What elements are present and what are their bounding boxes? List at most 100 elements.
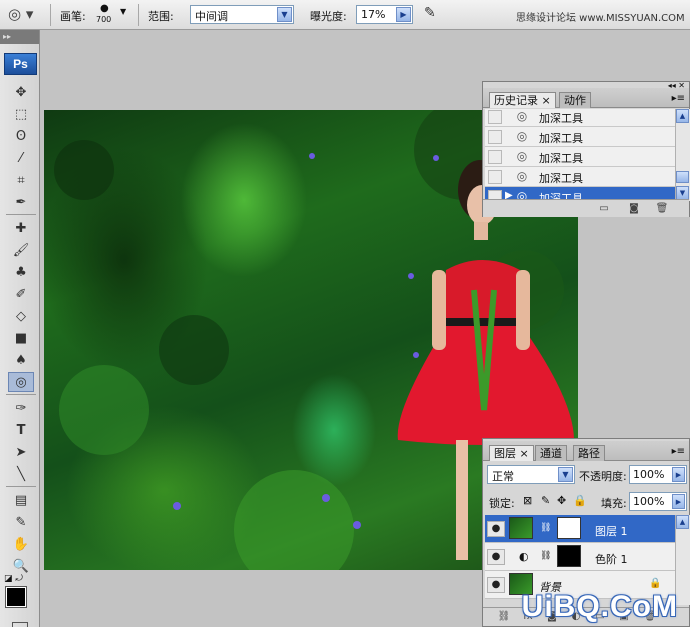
- lock-pixels-icon[interactable]: ✎: [541, 494, 550, 507]
- history-scrollbar[interactable]: ▲ ▼: [675, 109, 690, 201]
- gradient-icon[interactable]: ■: [8, 328, 34, 348]
- healing-brush-icon[interactable]: ✚: [8, 218, 34, 238]
- layers-tabs: 图层 × 通道 路径 ▸≡: [483, 441, 689, 461]
- foreground-color-swatch[interactable]: [5, 586, 27, 608]
- history-item-label: 加深工具: [539, 172, 583, 185]
- notes-icon[interactable]: ▤: [8, 490, 34, 510]
- history-item-label: 加深工具: [539, 152, 583, 165]
- ps-logo[interactable]: Ps: [4, 53, 37, 75]
- new-snapshot-icon[interactable]: ◙: [627, 203, 641, 215]
- layer-row-layer1[interactable]: ● ⛓ 图层 1: [485, 515, 685, 543]
- link-icon: ⛓: [540, 523, 552, 533]
- blend-mode-value: 正常: [492, 470, 514, 483]
- burn-icon[interactable]: ◎: [8, 372, 34, 392]
- layer-mask-thumbnail[interactable]: [557, 545, 581, 567]
- lock-transparent-icon[interactable]: ⊠: [523, 494, 532, 507]
- lock-all-icon[interactable]: 🔒: [573, 494, 587, 507]
- scroll-up-icon[interactable]: ▲: [676, 109, 689, 123]
- path-select-icon[interactable]: ➤: [8, 442, 34, 462]
- layer-name: 图层 1: [595, 525, 628, 538]
- brush-picker[interactable]: ● 700 ▼: [94, 3, 130, 27]
- layer-row-levels1[interactable]: ● ◐ ⛓ 色阶 1: [485, 543, 685, 571]
- history-source-checkbox[interactable]: [488, 150, 502, 164]
- lock-icon: 🔒: [649, 578, 662, 589]
- clone-stamp-icon[interactable]: ♣: [8, 262, 34, 282]
- blend-mode-select[interactable]: 正常 ▼: [487, 465, 575, 484]
- history-item[interactable]: ◎ 加深工具: [485, 127, 675, 147]
- new-document-from-state-icon[interactable]: ▭: [597, 203, 611, 215]
- eye-icon[interactable]: ●: [487, 521, 505, 537]
- fill-value: 100%: [633, 495, 665, 508]
- burn-icon: ◎: [516, 149, 528, 163]
- lasso-icon[interactable]: ʘ: [8, 126, 34, 146]
- scroll-down-icon[interactable]: ▼: [676, 186, 689, 200]
- range-select[interactable]: 中间调 ▼: [190, 5, 294, 24]
- blur-icon[interactable]: ♠: [8, 350, 34, 370]
- move-icon[interactable]: ✥: [8, 82, 34, 102]
- burn-icon: ◎: [516, 109, 528, 123]
- zoom-icon[interactable]: 🔍: [8, 556, 34, 576]
- quick-mask-icon[interactable]: [12, 622, 28, 627]
- history-tabs: 历史记录 × 动作 ▸≡: [483, 88, 689, 108]
- history-source-checkbox[interactable]: [488, 170, 502, 184]
- delete-icon[interactable]: 🗑: [655, 203, 669, 215]
- chevron-right-icon: ▶: [672, 467, 685, 482]
- tab-layers[interactable]: 图层 ×: [489, 445, 534, 461]
- eyedropper-slice-icon[interactable]: ✒: [8, 192, 34, 212]
- link-layers-icon[interactable]: ⛓: [497, 611, 511, 623]
- adjustment-layer-icon: ◐: [519, 550, 529, 563]
- burn-tool-preset-icon[interactable]: ◎ ▾: [8, 5, 38, 25]
- layer-mask-thumbnail[interactable]: [557, 517, 581, 539]
- history-source-checkbox[interactable]: [488, 110, 502, 124]
- brush-icon[interactable]: 🖌: [8, 240, 34, 260]
- history-source-checkbox[interactable]: [488, 130, 502, 144]
- default-colors-icon[interactable]: ◪ ⤾: [4, 574, 23, 584]
- tab-history[interactable]: 历史记录 ×: [489, 92, 556, 108]
- fill-label: 填充:: [601, 497, 627, 510]
- line-icon[interactable]: ╲: [8, 464, 34, 484]
- marquee-icon[interactable]: ⬚: [8, 104, 34, 124]
- brush-dot-icon: ●: [100, 3, 109, 14]
- chevron-down-icon: ▼: [277, 7, 292, 22]
- opacity-label: 不透明度:: [579, 470, 627, 483]
- lock-position-icon[interactable]: ✥: [557, 494, 566, 507]
- chevron-down-icon: ▼: [120, 7, 127, 16]
- history-item[interactable]: ◎ 加深工具: [485, 147, 675, 167]
- opacity-field[interactable]: 100% ▶: [629, 465, 687, 484]
- scroll-up-icon[interactable]: ▲: [676, 515, 689, 529]
- fill-field[interactable]: 100% ▶: [629, 492, 687, 511]
- panel-menu-icon[interactable]: ▸≡: [672, 93, 685, 104]
- magic-wand-icon[interactable]: ⁄: [8, 148, 34, 168]
- options-bar: ◎ ▾ 画笔: ● 700 ▼ 范围: 中间调 ▼ 曝光度: 17% ▶ ✎ 思…: [0, 0, 690, 30]
- brush-label: 画笔:: [60, 10, 86, 23]
- eye-icon[interactable]: ●: [487, 577, 505, 593]
- type-icon[interactable]: T: [8, 420, 34, 440]
- hand-icon[interactable]: ✋: [8, 534, 34, 554]
- tab-paths[interactable]: 路径: [573, 445, 605, 461]
- history-item-label: 加深工具: [539, 112, 583, 125]
- airbrush-icon[interactable]: ✎: [424, 5, 446, 25]
- eye-icon[interactable]: ●: [487, 549, 505, 565]
- exposure-field[interactable]: 17% ▶: [356, 5, 413, 24]
- tab-actions[interactable]: 动作: [559, 92, 591, 108]
- toolbox-grip[interactable]: ▸▸: [0, 30, 39, 44]
- layer-thumbnail: [509, 517, 533, 539]
- eraser-icon[interactable]: ◇: [8, 306, 34, 326]
- tab-channels[interactable]: 通道: [535, 445, 567, 461]
- eyedropper-icon[interactable]: ✎: [8, 512, 34, 532]
- history-item-label: 加深工具: [539, 132, 583, 145]
- exposure-label: 曝光度:: [310, 10, 347, 23]
- panel-menu-icon[interactable]: ▸≡: [672, 446, 685, 457]
- pen-icon[interactable]: ✑: [8, 398, 34, 418]
- layer-name: 色阶 1: [595, 553, 628, 566]
- range-label: 范围:: [148, 10, 174, 23]
- history-brush-icon[interactable]: ✐: [8, 284, 34, 304]
- brush-size: 700: [96, 15, 112, 24]
- lock-label: 锁定:: [489, 497, 515, 510]
- scroll-thumb[interactable]: [676, 171, 689, 183]
- link-icon: ⛓: [540, 551, 552, 561]
- site-text: 思缘设计论坛 www.MISSYUAN.COM: [516, 13, 685, 24]
- crop-icon[interactable]: ⌗: [8, 170, 34, 190]
- history-item[interactable]: ◎ 加深工具: [485, 167, 675, 187]
- history-item[interactable]: ◎ 加深工具: [485, 109, 675, 127]
